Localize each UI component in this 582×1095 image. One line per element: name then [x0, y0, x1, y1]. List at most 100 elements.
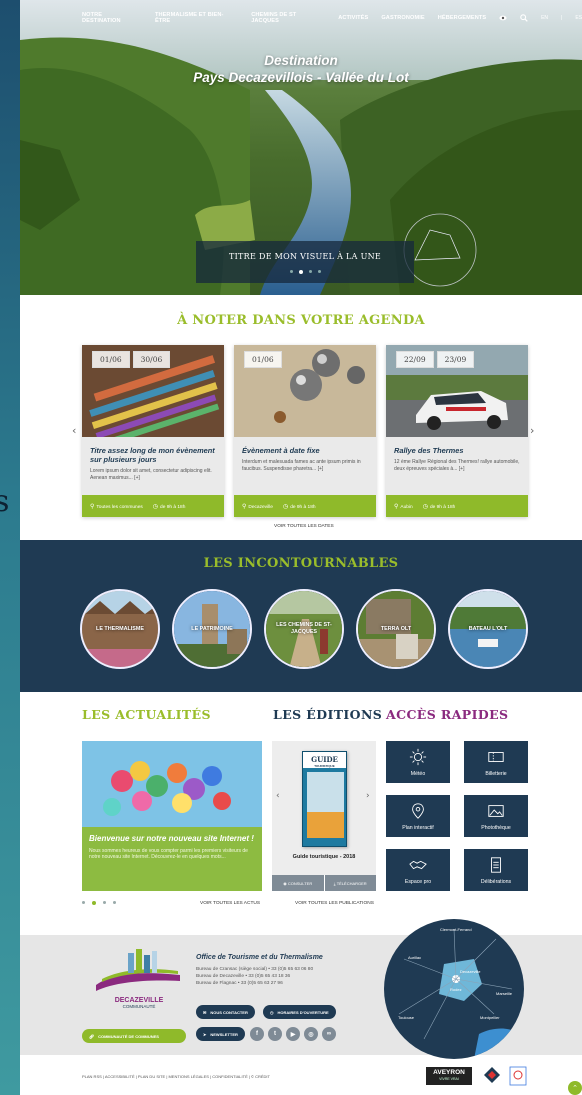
date-end: 23/09 — [436, 351, 475, 368]
incontournable-thermalisme[interactable]: Le Thermalisme — [80, 589, 160, 669]
qualite-tourisme-logo[interactable] — [508, 1065, 528, 1087]
legal-links[interactable]: Plan rss | Accessibilité | Plan du site … — [82, 1074, 270, 1079]
nav-item-chemins[interactable]: Chemins de St Jacques — [251, 12, 325, 24]
agenda-card[interactable]: 01/06 30/06 Titre assez long de mon évèn… — [82, 345, 224, 517]
slider-dot[interactable] — [308, 270, 312, 273]
edition-card: ‹ › GUIDE TOURISTIQUE Guide touristique … — [272, 741, 376, 891]
tripadvisor-icon[interactable]: ∞ — [322, 1027, 336, 1041]
quick-access-phototheque[interactable]: Photothèque — [464, 795, 528, 837]
agenda-title: À NOTER DANS VOTRE AGENDA — [177, 313, 425, 328]
twitter-icon[interactable]: t — [268, 1027, 282, 1041]
agenda-see-all-link[interactable]: Voir toutes les dates — [274, 524, 334, 529]
hours-button[interactable]: ◷ Horaires d'ouverture — [263, 1005, 336, 1019]
office-tourisme-logo[interactable] — [482, 1065, 502, 1087]
slider-dot[interactable] — [289, 270, 293, 273]
quick-access-label: Espace pro — [404, 879, 432, 885]
editions-see-all-link[interactable]: Voir toutes les publications — [295, 901, 374, 906]
nav-item-gastronomie[interactable]: Gastronomie — [381, 15, 424, 21]
hero-slider-dots — [196, 269, 414, 274]
book-title: GUIDE — [311, 755, 338, 764]
nav-item-destination[interactable]: Notre destination — [82, 12, 142, 24]
community-button[interactable]: 🔗︎ Communauté de communes — [82, 1029, 186, 1043]
photo-icon — [488, 805, 504, 817]
youtube-icon[interactable]: ▶ — [286, 1027, 300, 1041]
edition-cover-photo — [307, 772, 344, 838]
location-map[interactable]: Decazeville Rodez Toulouse Montpellier M… — [384, 919, 524, 1059]
quick-access-meteo[interactable]: Météo — [386, 741, 450, 783]
search-icon[interactable] — [520, 14, 528, 22]
agenda-date-range: 01/06 30/06 — [92, 351, 173, 368]
news-card[interactable]: Bienvenue sur notre nouveau site Interne… — [82, 741, 262, 891]
quick-access-espace-pro[interactable]: Espace pro — [386, 849, 450, 891]
logo-image — [96, 949, 180, 991]
incontournable-label: Le Patrimoine — [191, 625, 233, 632]
pager-dot-active[interactable] — [92, 900, 96, 905]
pager-dot[interactable] — [82, 901, 85, 904]
quick-access-label: Délibérations — [480, 879, 512, 885]
incontournable-label: Terra Olt — [380, 625, 412, 632]
hero-banner: Notre destination Thermalisme et bien-êt… — [20, 0, 582, 295]
aveyron-subtitle: VIVRE VRAI — [439, 1077, 459, 1081]
newsletter-button[interactable]: ➤ Newsletter — [196, 1027, 245, 1041]
location-pin-icon: ⚲ — [242, 503, 247, 510]
agenda-date-range: 22/09 23/09 — [396, 351, 477, 368]
nav-item-activites[interactable]: Activités — [338, 15, 368, 21]
agenda-card[interactable]: 01/06 Évènement à date fixe Interdum et … — [234, 345, 376, 517]
agenda-card[interactable]: 22/09 23/09 Rallye des Thermes 12 ème Ra… — [386, 345, 528, 517]
contact-button[interactable]: ✉ Nous contacter — [196, 1005, 255, 1019]
incontournable-patrimoine[interactable]: Le Patrimoine — [172, 589, 252, 669]
office-title: Office de Tourisme et du Thermalisme — [196, 954, 323, 961]
date-start: 22/09 — [396, 351, 434, 368]
consult-button[interactable]: ◉ Consulter — [272, 875, 324, 891]
download-button[interactable]: ⤓ Télécharger — [323, 875, 376, 891]
aveyron-text: AVEYRON — [433, 1069, 465, 1076]
slider-dot-active[interactable] — [298, 269, 303, 274]
lang-es[interactable]: ES — [575, 15, 582, 21]
agenda-card-place: ⚲ Decazeville — [242, 503, 273, 510]
agenda-next-arrow[interactable]: › — [530, 424, 534, 437]
slider-dot[interactable] — [317, 270, 321, 273]
hero-caption[interactable]: TITRE DE MON VISUEL À LA UNE — [196, 241, 414, 283]
agenda-card-footer: ⚲ Aubin ◷ de 9h à 18h — [386, 495, 528, 517]
facebook-icon[interactable]: f — [250, 1027, 264, 1041]
lang-en[interactable]: EN — [541, 15, 548, 21]
logo-name: DECAZEVILLE — [114, 997, 164, 1004]
instagram-icon[interactable]: ◎ — [304, 1027, 318, 1041]
edition-next-arrow[interactable]: › — [366, 791, 370, 801]
agenda-card-image: 01/06 30/06 — [82, 345, 224, 437]
quick-access-deliberations[interactable]: Délibérations — [464, 849, 528, 891]
incontournable-chemins[interactable]: Les chemins de St-Jacques — [264, 589, 344, 669]
acces-title: ACCÈS RAPIDES — [386, 707, 509, 722]
clock-icon: ◷ — [282, 503, 289, 510]
agenda-prev-arrow[interactable]: ‹ — [72, 424, 76, 437]
quick-access-billetterie[interactable]: Billetterie — [464, 741, 528, 783]
nav-item-hebergements[interactable]: Hébergements — [438, 15, 486, 21]
clock-icon: ◷ — [152, 503, 159, 510]
agenda-card-body: Rallye des Thermes 12 ème Rallye Régiona… — [386, 437, 528, 495]
news-see-all-link[interactable]: Voir toutes les actus — [200, 901, 260, 906]
edition-prev-arrow[interactable]: ‹ — [276, 791, 280, 801]
incontournable-terra-olt[interactable]: Terra Olt — [356, 589, 436, 669]
pager-dot[interactable] — [103, 901, 106, 904]
incontournable-label: Le Thermalisme — [96, 625, 144, 632]
edition-name: Guide touristique - 2018 — [292, 854, 356, 860]
agenda-card-title: Titre assez long de mon évènement sur pl… — [90, 446, 215, 464]
decazeville-logo[interactable]: DECAZEVILLE COMMUNAUTÉ — [92, 945, 186, 1009]
incontournable-bateau[interactable]: Bateau l'Olt — [448, 589, 528, 669]
place-text: Toutes les communes — [96, 504, 143, 510]
time-text: de 9h à 18h — [160, 504, 186, 510]
contact-label: Nous contacter — [210, 1009, 248, 1015]
scroll-to-top-button[interactable]: ⌃ — [568, 1081, 582, 1095]
eye-icon[interactable] — [499, 14, 507, 22]
pager-dot[interactable] — [113, 901, 116, 904]
aveyron-logo[interactable]: AVEYRON VIVRE VRAI — [426, 1067, 472, 1085]
agenda-card-time: ◷ de 9h à 18h — [423, 503, 456, 510]
nav-item-thermalisme[interactable]: Thermalisme et bien-être — [155, 12, 238, 24]
edition-cover[interactable]: GUIDE TOURISTIQUE — [302, 751, 347, 847]
paper-plane-icon: ➤ — [203, 1031, 207, 1037]
news-pager — [82, 900, 116, 905]
quick-access-label: Météo — [410, 771, 426, 777]
location-pin-icon: ⚲ — [394, 503, 399, 510]
agenda-card-time: ◷ de 9h à 18h — [283, 503, 316, 510]
quick-access-plan[interactable]: Plan interactif — [386, 795, 450, 837]
